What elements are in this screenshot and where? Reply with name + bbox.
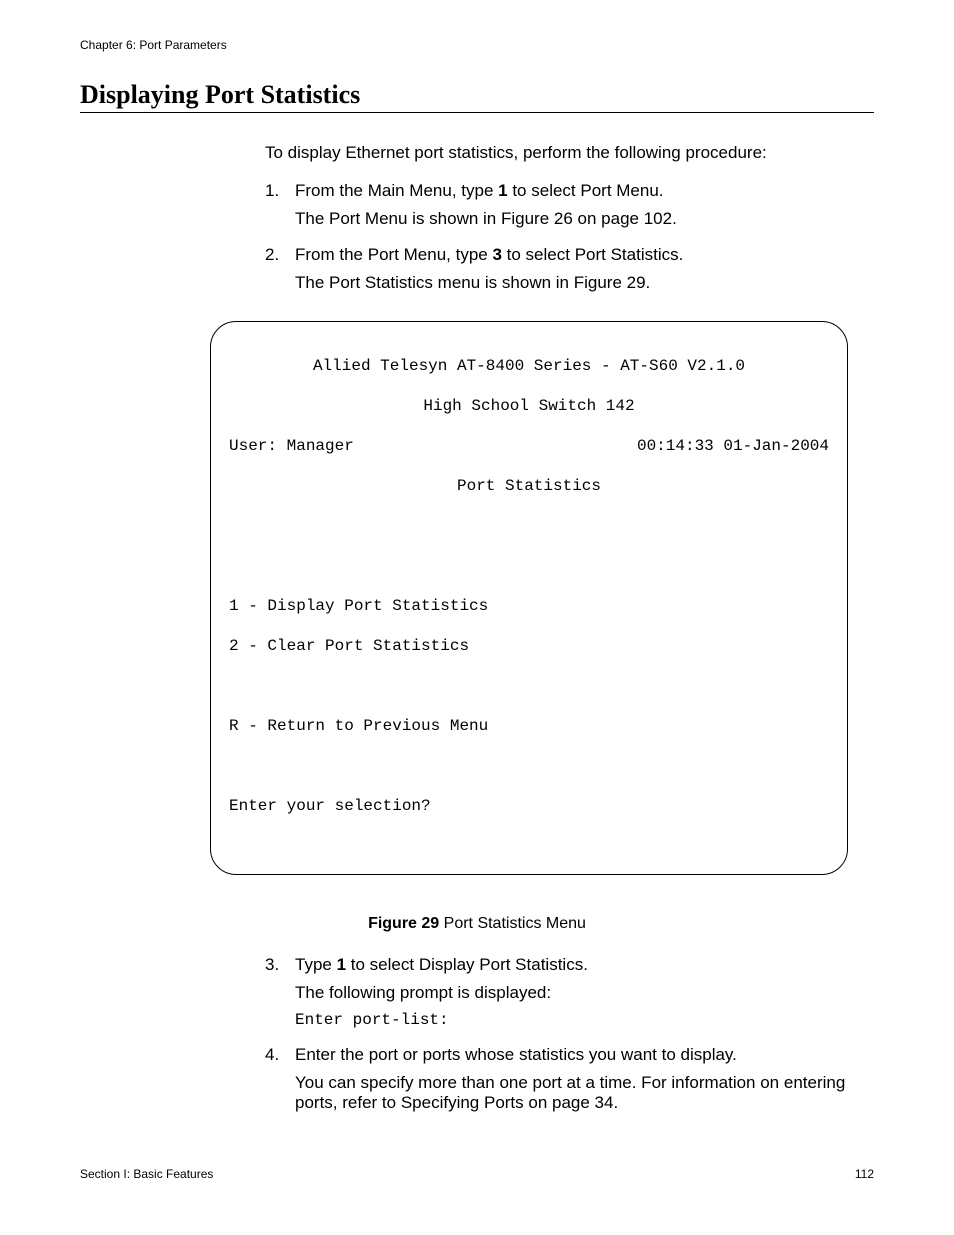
step-number: 2.	[265, 245, 279, 265]
step-number: 4.	[265, 1045, 279, 1065]
terminal-user-row: User: Manager 00:14:33 01-Jan-2004	[229, 436, 829, 456]
footer-section: Section I: Basic Features	[80, 1167, 213, 1181]
terminal-blank	[229, 516, 829, 536]
terminal-blank	[229, 676, 829, 696]
intro-text: To display Ethernet port statistics, per…	[265, 143, 874, 163]
step-2: 2. From the Port Menu, type 3 to select …	[265, 245, 874, 293]
terminal-option-1: 1 - Display Port Statistics	[229, 596, 829, 616]
step-follow: The Port Menu is shown in Figure 26 on p…	[295, 209, 874, 229]
terminal-user: User: Manager	[229, 436, 354, 456]
terminal-option-r: R - Return to Previous Menu	[229, 716, 829, 736]
step-number: 1.	[265, 181, 279, 201]
terminal-blank	[229, 756, 829, 776]
section-title: Displaying Port Statistics	[80, 80, 874, 113]
terminal-menu-title: Port Statistics	[229, 476, 829, 496]
step-number: 3.	[265, 955, 279, 975]
terminal-datetime: 00:14:33 01-Jan-2004	[637, 436, 829, 456]
step-follow: The Port Statistics menu is shown in Fig…	[295, 273, 874, 293]
chapter-header: Chapter 6: Port Parameters	[80, 38, 874, 52]
step-follow: You can specify more than one port at a …	[295, 1073, 874, 1113]
terminal-subtitle-line: High School Switch 142	[229, 396, 829, 416]
step-text: Enter the port or ports whose statistics…	[295, 1045, 737, 1064]
step-list: 1. From the Main Menu, type 1 to select …	[265, 181, 874, 293]
steps-continued: 3. Type 1 to select Display Port Statist…	[265, 955, 874, 1113]
intro-paragraph: To display Ethernet port statistics, per…	[265, 143, 874, 293]
page-footer: Section I: Basic Features 112	[80, 1167, 874, 1181]
figure-caption: Figure 29 Port Statistics Menu	[80, 915, 874, 933]
terminal-blank	[229, 556, 829, 576]
page: Chapter 6: Port Parameters Displaying Po…	[0, 0, 954, 1235]
step-text: Type 1 to select Display Port Statistics…	[295, 955, 588, 974]
terminal-option-2: 2 - Clear Port Statistics	[229, 636, 829, 656]
terminal-screenshot: Allied Telesyn AT-8400 Series - AT-S60 V…	[210, 321, 848, 875]
step-code: Enter port-list:	[295, 1011, 874, 1029]
step-4: 4. Enter the port or ports whose statist…	[265, 1045, 874, 1113]
terminal-title-line: Allied Telesyn AT-8400 Series - AT-S60 V…	[229, 356, 829, 376]
terminal-prompt: Enter your selection?	[229, 796, 829, 816]
figure-caption-text: Port Statistics Menu	[439, 915, 586, 932]
figure-label: Figure 29	[368, 915, 439, 932]
step-3: 3. Type 1 to select Display Port Statist…	[265, 955, 874, 1029]
footer-page-number: 112	[855, 1167, 874, 1181]
step-text: From the Main Menu, type 1 to select Por…	[295, 181, 664, 200]
step-follow: The following prompt is displayed:	[295, 983, 874, 1003]
step-list-2: 3. Type 1 to select Display Port Statist…	[265, 955, 874, 1113]
step-text: From the Port Menu, type 3 to select Por…	[295, 245, 683, 264]
step-1: 1. From the Main Menu, type 1 to select …	[265, 181, 874, 229]
